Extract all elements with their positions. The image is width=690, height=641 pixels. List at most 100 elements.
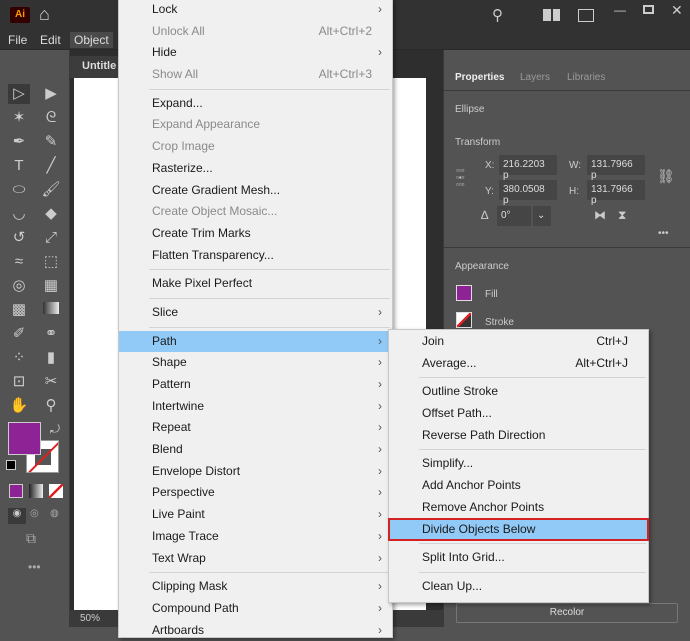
menu-item-clean-up[interactable]: Clean Up... bbox=[389, 576, 648, 598]
tab-libraries[interactable]: Libraries bbox=[557, 64, 615, 90]
stroke-swatch[interactable] bbox=[456, 312, 472, 328]
tab-layers[interactable]: Layers bbox=[510, 64, 560, 90]
menu-item-image-trace[interactable]: Image Trace › bbox=[119, 526, 392, 548]
magic-wand-icon[interactable]: ✶ bbox=[8, 108, 30, 128]
search-icon[interactable]: ⚲ bbox=[492, 6, 503, 24]
none-mode-icon[interactable] bbox=[49, 484, 63, 498]
shape-builder-icon[interactable]: ◎ bbox=[8, 276, 30, 296]
reference-point-icon[interactable]: ▫▫▫ ▫▪▫ ▫▫▫ bbox=[456, 167, 465, 189]
menu-item-repeat[interactable]: Repeat › bbox=[119, 417, 392, 439]
hand-tool-icon[interactable]: ✋ bbox=[8, 396, 30, 416]
scale-tool-icon[interactable]: ⤢ bbox=[40, 228, 62, 248]
arrange-documents-icon[interactable] bbox=[543, 9, 560, 21]
menu-item-remove-anchor-points[interactable]: Remove Anchor Points bbox=[389, 497, 648, 519]
gradient-mode-icon[interactable] bbox=[29, 484, 43, 498]
line-tool-icon[interactable]: ╱ bbox=[40, 156, 62, 176]
eyedropper-icon[interactable]: ✐ bbox=[8, 324, 30, 344]
menu-item-add-anchor-points[interactable]: Add Anchor Points bbox=[389, 475, 648, 497]
menu-item-shape[interactable]: Shape › bbox=[119, 352, 392, 374]
menu-item-rasterize[interactable]: Rasterize... bbox=[119, 158, 392, 180]
more-options-icon[interactable]: ••• bbox=[658, 228, 669, 239]
menu-item-outline-stroke[interactable]: Outline Stroke bbox=[389, 381, 648, 403]
shaper-tool-icon[interactable]: ◡ bbox=[8, 204, 30, 224]
w-field[interactable]: 131.7966 p bbox=[587, 155, 645, 181]
home-icon[interactable]: ⌂ bbox=[39, 4, 50, 25]
menu-edit[interactable]: Edit bbox=[36, 32, 65, 48]
warp-tool-icon[interactable]: ≈ bbox=[8, 252, 30, 272]
lasso-icon[interactable]: ᘓ bbox=[40, 108, 62, 128]
menu-item-envelope-distort[interactable]: Envelope Distort › bbox=[119, 461, 392, 483]
draw-normal-icon[interactable]: ◉ bbox=[8, 508, 26, 524]
color-mode-icon[interactable] bbox=[9, 484, 23, 498]
constrain-proportions-icon[interactable]: ⛓ bbox=[657, 168, 675, 185]
menu-item-live-paint[interactable]: Live Paint › bbox=[119, 504, 392, 526]
menu-item-simplify[interactable]: Simplify... bbox=[389, 453, 648, 475]
eraser-icon[interactable]: ◆ bbox=[40, 204, 62, 224]
paintbrush-icon[interactable]: 🖌 bbox=[40, 180, 62, 200]
rotate-field[interactable]: 0° bbox=[497, 206, 531, 226]
menu-item-lock[interactable]: Lock › bbox=[119, 0, 392, 21]
menu-item-perspective[interactable]: Perspective › bbox=[119, 482, 392, 504]
menu-item-intertwine[interactable]: Intertwine › bbox=[119, 396, 392, 418]
close-button[interactable]: ✕ bbox=[671, 2, 683, 19]
fill-color-swatch[interactable] bbox=[8, 422, 41, 455]
symbol-sprayer-icon[interactable]: ⁘ bbox=[8, 348, 30, 368]
gradient-tool-icon[interactable] bbox=[40, 300, 62, 320]
swap-colors-icon[interactable]: ⤾ bbox=[50, 422, 60, 437]
menu-item-average[interactable]: Average... Alt+Ctrl+J bbox=[389, 353, 648, 375]
menu-item-path[interactable]: Path › bbox=[119, 330, 392, 353]
direct-selection-tool-icon[interactable]: ▶ bbox=[40, 84, 62, 104]
type-tool-icon[interactable]: T bbox=[8, 156, 30, 176]
more-tools-icon[interactable]: ••• bbox=[28, 560, 41, 574]
perspective-grid-icon[interactable]: ▦ bbox=[40, 276, 62, 296]
menu-item-flatten-transparency[interactable]: Flatten Transparency... bbox=[119, 245, 392, 267]
menu-item-expand[interactable]: Expand... bbox=[119, 93, 392, 115]
menu-item-clipping-mask[interactable]: Clipping Mask › bbox=[119, 576, 392, 598]
flip-horizontal-icon[interactable]: ⧓ bbox=[594, 208, 606, 222]
zoom-tool-icon[interactable]: ⚲ bbox=[40, 396, 62, 416]
menu-item-join[interactable]: Join Ctrl+J bbox=[389, 331, 648, 353]
menu-item-split-into-grid[interactable]: Split Into Grid... bbox=[389, 547, 648, 569]
tab-properties[interactable]: Properties bbox=[445, 64, 515, 90]
menu-item-create-gradient-mesh[interactable]: Create Gradient Mesh... bbox=[119, 180, 392, 202]
minimize-button[interactable]: — bbox=[614, 3, 626, 17]
menu-item-slice[interactable]: Slice › bbox=[119, 302, 392, 324]
draw-inside-icon[interactable]: ◍ bbox=[50, 508, 59, 519]
menu-item-reverse-path-direction[interactable]: Reverse Path Direction bbox=[389, 425, 648, 447]
recolor-button[interactable]: Recolor bbox=[456, 603, 678, 623]
menu-item-compound-path[interactable]: Compound Path › bbox=[119, 598, 392, 620]
free-transform-icon[interactable]: ⬚ bbox=[40, 252, 62, 272]
menu-item-text-wrap[interactable]: Text Wrap › bbox=[119, 548, 392, 570]
menu-item-pattern[interactable]: Pattern › bbox=[119, 374, 392, 396]
mesh-tool-icon[interactable]: ▩ bbox=[8, 300, 30, 320]
ellipse-tool-icon[interactable]: ⬭ bbox=[8, 180, 30, 200]
menu-item-artboards[interactable]: Artboards › bbox=[119, 620, 392, 641]
maximize-button[interactable] bbox=[643, 5, 654, 14]
menu-item-hide[interactable]: Hide › bbox=[119, 42, 392, 64]
default-colors-icon[interactable] bbox=[6, 460, 16, 470]
fill-swatch[interactable] bbox=[456, 285, 472, 301]
slice-tool-icon[interactable]: ✂ bbox=[40, 372, 62, 392]
flip-vertical-icon[interactable]: ⧗ bbox=[618, 208, 626, 223]
h-field[interactable]: 131.7966 p bbox=[587, 180, 645, 206]
pen-tool-icon[interactable]: ✒ bbox=[8, 132, 30, 152]
menu-item-make-pixel-perfect[interactable]: Make Pixel Perfect bbox=[119, 273, 392, 295]
menu-item-divide-objects-below[interactable]: Divide Objects Below bbox=[388, 517, 649, 542]
menu-item-create-trim-marks[interactable]: Create Trim Marks bbox=[119, 223, 392, 245]
x-field[interactable]: 216.2203 p bbox=[499, 155, 557, 181]
draw-behind-icon[interactable]: ◎ bbox=[30, 508, 39, 519]
rotate-tool-icon[interactable]: ↺ bbox=[8, 228, 30, 248]
menu-file[interactable]: File bbox=[4, 32, 31, 48]
rotate-dropdown[interactable]: ⌄ bbox=[533, 206, 551, 226]
menu-object[interactable]: Object bbox=[70, 32, 113, 48]
y-field[interactable]: 380.0508 p bbox=[499, 180, 557, 206]
curvature-tool-icon[interactable]: ✎ bbox=[40, 132, 62, 152]
artboard-tool-icon[interactable]: ⊡ bbox=[8, 372, 30, 392]
screen-mode-icon[interactable]: ⧉ bbox=[26, 530, 36, 547]
workspace-icon[interactable] bbox=[578, 9, 594, 22]
selection-tool-icon[interactable]: ▷ bbox=[8, 84, 30, 104]
menu-item-offset-path[interactable]: Offset Path... bbox=[389, 403, 648, 425]
menu-item-blend[interactable]: Blend › bbox=[119, 439, 392, 461]
column-graph-icon[interactable]: ▮ bbox=[40, 348, 62, 368]
blend-tool-icon[interactable]: ⚭ bbox=[40, 324, 62, 344]
